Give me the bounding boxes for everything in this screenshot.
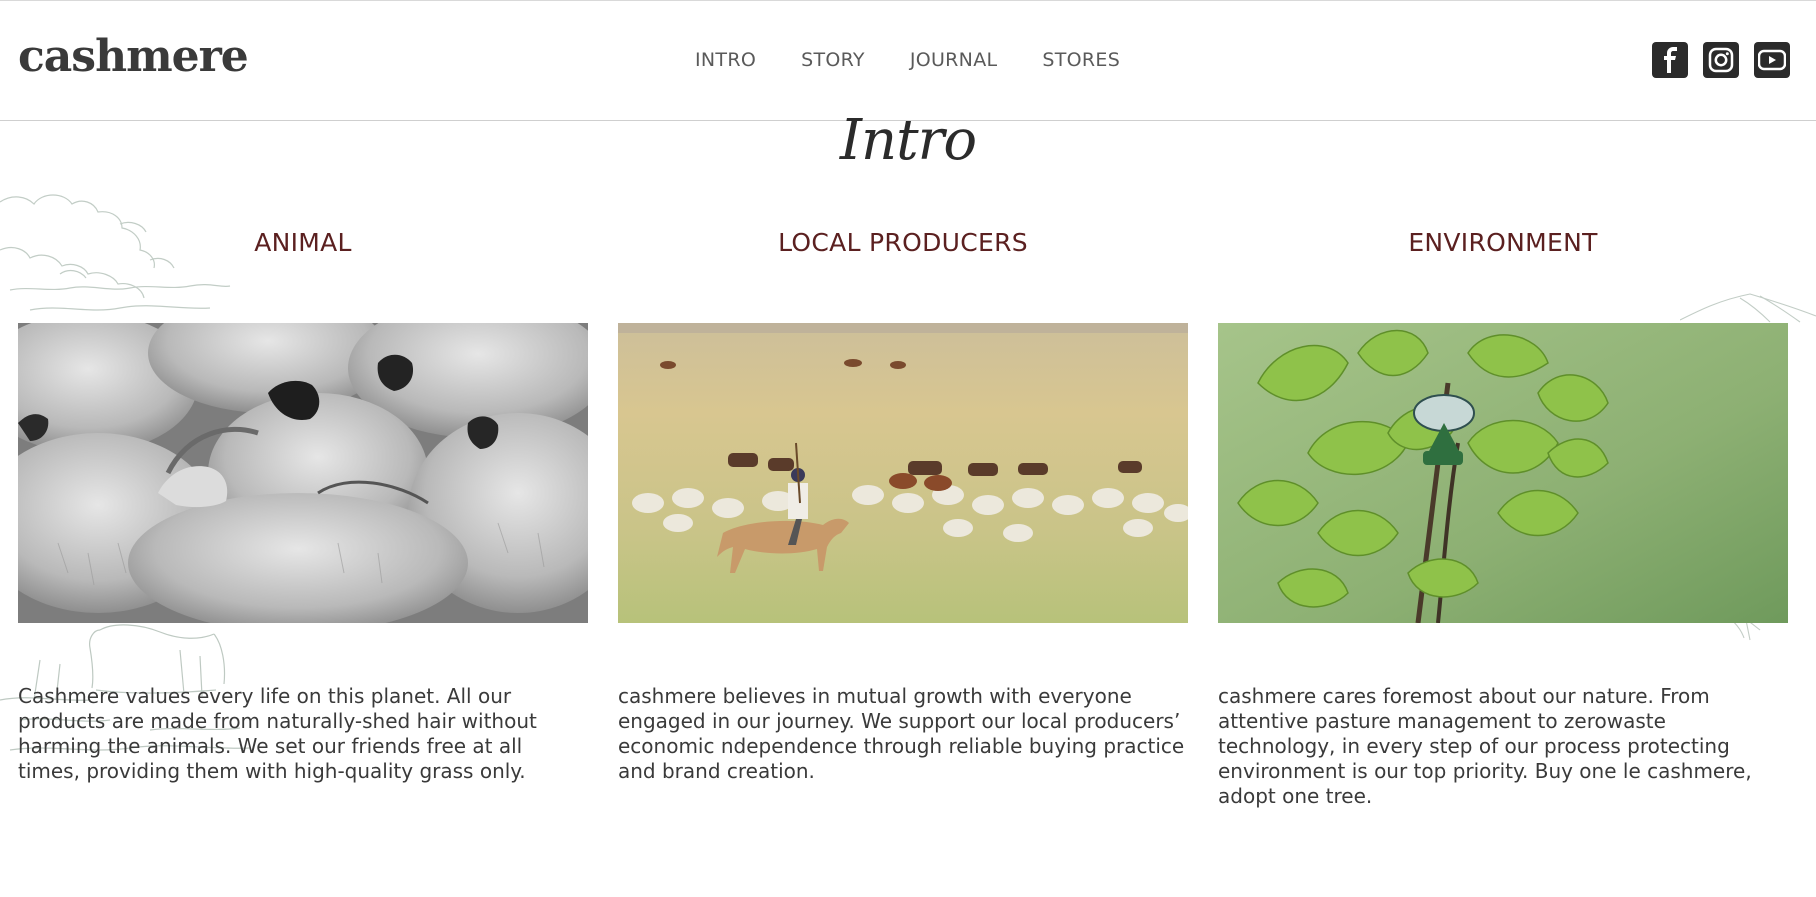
main-nav: INTRO STORY JOURNAL STORES — [695, 49, 1120, 71]
column-heading: LOCAL PRODUCERS — [778, 228, 1028, 257]
social-links — [1652, 42, 1790, 78]
young-tree-photo — [1218, 323, 1788, 623]
brand-logo[interactable]: cashmere — [18, 35, 249, 79]
instagram-icon[interactable] — [1703, 42, 1739, 78]
column-local-producers: LOCAL PRODUCERS cashmere believes in mut… — [618, 228, 1188, 784]
facebook-icon[interactable] — [1652, 42, 1688, 78]
nav-intro[interactable]: INTRO — [695, 49, 756, 71]
herder-on-horse-photo — [618, 323, 1188, 623]
site-header: cashmere INTRO STORY JOURNAL STORES — [0, 0, 1816, 121]
column-heading: ANIMAL — [254, 228, 352, 257]
column-heading: ENVIRONMENT — [1408, 228, 1598, 257]
youtube-icon[interactable] — [1754, 42, 1790, 78]
goats-herd-photo — [18, 323, 588, 623]
column-animal: ANIMAL Cashmere values every life on thi… — [18, 228, 588, 784]
column-text: Cashmere values every life on this plane… — [18, 684, 537, 783]
section-title: Intro — [839, 108, 977, 173]
column-text: cashmere believes in mutual growth with … — [618, 684, 1185, 783]
nav-journal[interactable]: JOURNAL — [910, 49, 998, 71]
nav-story[interactable]: STORY — [801, 49, 865, 71]
nav-stores[interactable]: STORES — [1042, 49, 1120, 71]
column-environment: ENVIRONMENT cashmere cares foremost abou… — [1218, 228, 1788, 809]
column-text: cashmere cares foremost about our nature… — [1218, 684, 1752, 808]
